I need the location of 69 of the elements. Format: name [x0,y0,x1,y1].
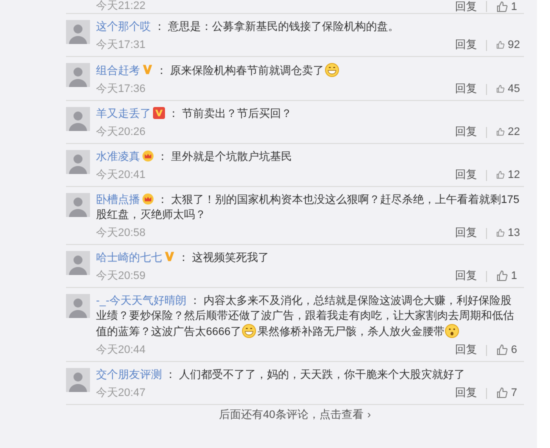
thumbs-up-icon [496,270,508,282]
comment-time: 今天17:36 [96,82,146,96]
reply-link[interactable]: 回复 [455,38,477,52]
user-name[interactable]: 交个朋友评测 [96,369,162,381]
comment-time: 今天20:44 [96,343,146,357]
reply-link[interactable]: 回复 [455,0,477,14]
comment-time: 今天20:59 [96,269,146,283]
user-name[interactable]: 卧槽点播 [96,194,140,206]
thumbs-up-icon [496,39,505,51]
crown-icon [142,150,154,162]
comment-text: 交个朋友评测 ： 人们都受不了了，妈的，天天跌，你干脆来个大股灾就好了 [96,368,466,383]
like-button[interactable]: 6 [496,343,520,357]
like-button[interactable]: 1 [496,269,520,283]
thumbs-up-icon [496,344,508,356]
avatar [66,193,90,217]
grin-emoji-icon [325,63,339,77]
like-button[interactable]: 13 [496,226,520,240]
comment-text: -_-今天天气好晴朗 ： 内容太多来不及消化，总结就是保险这波调仓大赚，利好保险股业绩？要炒保险？然后顺带还做了波广告，跟着我走有肉吃，让大家割肉去周期和低估值的蓝筹？这波广告太6666了 果然修桥补路无尸骸，杀人放火金腰带 [96,294,515,340]
avatar [66,368,90,392]
thumbs-up-icon [496,0,508,12]
like-button[interactable]: 92 [496,38,520,52]
comment-text: 卧槽点播 ： 太狠了！别的国家机构资本也没这么狠啊？赶尽杀绝，上午看着就剩175股红盘，灭绝师太吗？ [96,193,520,223]
verified-v-icon [142,64,153,75]
thumbs-up-icon [496,126,505,138]
verified-v-icon [153,107,165,119]
reply-link[interactable]: 回复 [455,343,477,357]
like-button[interactable]: 7 [496,386,520,400]
reply-link[interactable]: 回复 [455,226,477,240]
comment-text: 羊又走丢了 ： 节前卖出？节后买回？ [96,107,293,122]
avatar [66,294,90,318]
like-button[interactable]: 1 [496,0,520,14]
like-button[interactable]: 12 [496,168,520,182]
thumbs-up-icon [496,169,505,181]
user-name[interactable]: -_-今天天气好晴朗 [96,295,186,307]
comment-time: 今天21:22 [96,0,146,13]
comment-time: 今天20:26 [96,125,146,139]
comment-text: 哈士崎的七七 ： 这视频笑死我了 [96,251,270,266]
shocked-emoji-icon [445,324,460,338]
avatar [66,20,90,44]
avatar [66,107,90,131]
comment-text: 水准凌真 ： 里外就是个坑散户坑基民 [96,150,293,165]
verified-v-icon [164,251,175,262]
user-name[interactable]: 哈士崎的七七 [96,252,162,264]
user-name[interactable]: 组合赶考 [96,65,140,77]
avatar [66,251,90,275]
reply-link[interactable]: 回复 [455,386,477,400]
grin-emoji-icon [242,324,256,338]
reply-link[interactable]: 回复 [455,125,477,139]
reply-link[interactable]: 回复 [455,269,477,283]
reply-link[interactable]: 回复 [455,82,477,96]
like-button[interactable]: 45 [496,82,520,96]
thumbs-up-icon [496,83,505,95]
more-comments-link[interactable]: 后面还有40条评论，点击查看 › [219,408,371,422]
user-name[interactable]: 羊又走丢了 [96,108,151,120]
comment-time: 今天20:41 [96,168,146,182]
comment-text: 组合赶考 ： 原来保险机构春节前就调仓卖了 [96,63,520,79]
user-name[interactable]: 水准凌真 [96,151,140,163]
user-name[interactable]: 这个那个哎 [96,21,151,33]
comment-time: 今天17:31 [96,38,146,52]
thumbs-up-icon [496,227,505,239]
avatar [66,150,90,174]
reply-link[interactable]: 回复 [455,168,477,182]
comment-time: 今天20:47 [96,386,146,400]
like-button[interactable]: 22 [496,125,520,139]
thumbs-up-icon [496,387,508,399]
comment-time: 今天20:58 [96,226,146,240]
avatar [66,63,90,87]
crown-icon [142,193,154,205]
comment-text: 这个那个哎 ： 意思是：公募拿新基民的钱接了保险机构的盘。 [96,20,400,35]
